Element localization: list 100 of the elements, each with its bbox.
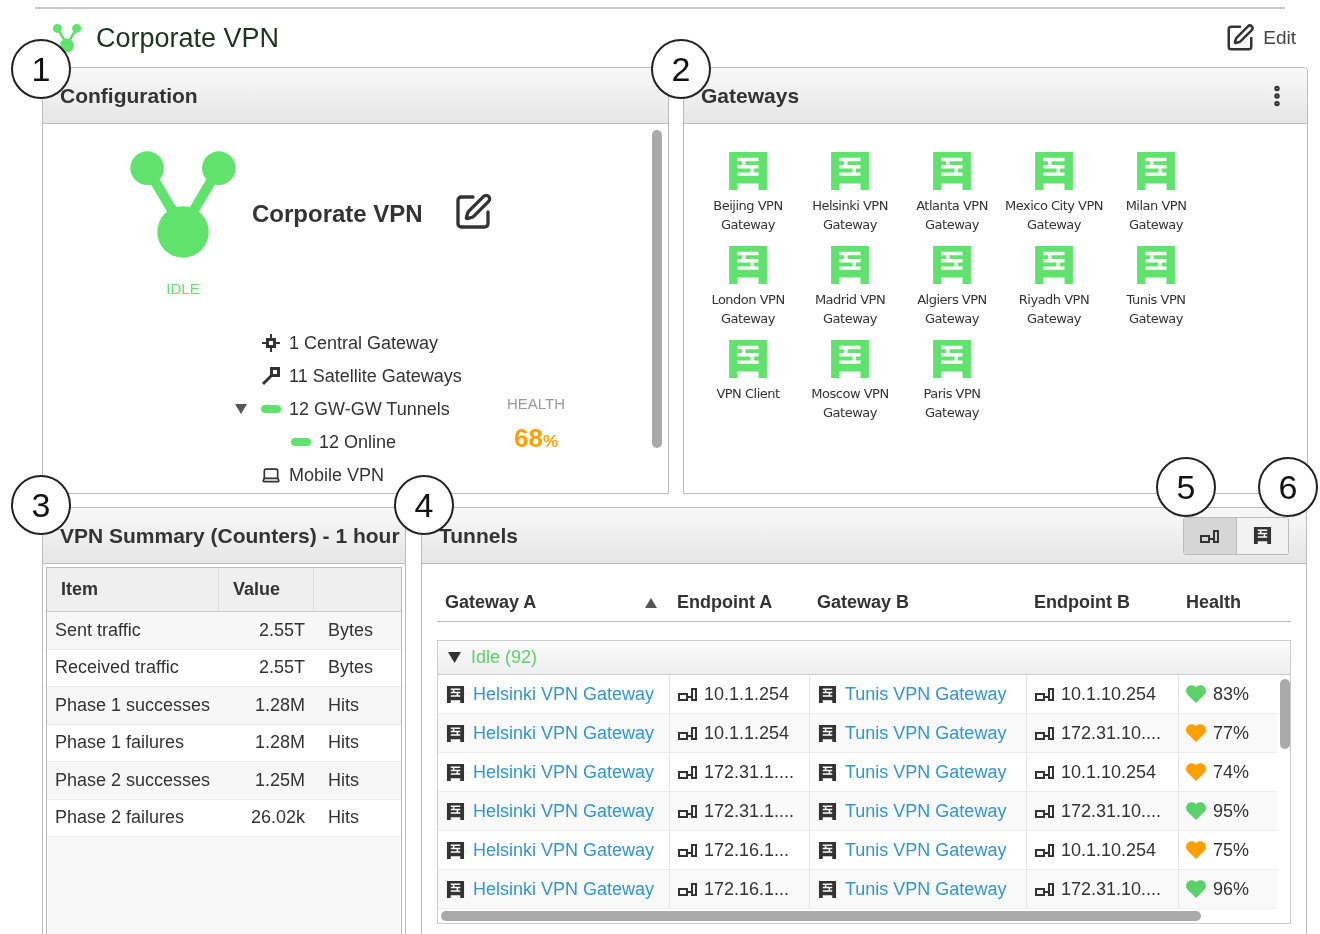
table-cell-text: 10.1.10.254 [1061,682,1157,706]
vpn-name: Corporate VPN [252,199,423,229]
crosshair-chip-icon [261,333,281,353]
table-cell-text: Hits [327,731,359,755]
gateway-item[interactable]: Mexico City VPN Gateway [1003,150,1105,234]
callout-number: 5 [1156,457,1216,517]
gateway-item[interactable]: Helsinki VPN Gateway [799,150,901,234]
column-header[interactable]: Gateway B [809,589,1026,616]
gateway-item[interactable]: Beijing VPN Gateway [697,150,799,234]
stat-label: Mobile VPN [289,463,385,487]
scrollbar[interactable] [652,130,662,448]
table-cell-text: Received traffic [54,656,180,680]
table-cell-text: 10.1.10.254 [1061,760,1157,784]
health-label: HEALTH [507,393,566,414]
gateway-item[interactable]: VPN Client [697,338,799,422]
table-cell-text: Hits [327,768,359,792]
table-cell-text: 1.28M [253,731,305,755]
endpoint-icon [678,686,698,702]
gateway-icon [829,244,871,286]
column-header[interactable]: Endpoint B [1026,589,1178,616]
gateway-icon [818,840,837,860]
stat-label: 1 Central Gateway [289,331,439,355]
gateway-item[interactable]: Tunis VPN Gateway [1105,244,1207,328]
view-toggle-button[interactable] [1184,517,1236,554]
group-label: Idle (92) [471,646,538,669]
table-cell-text: 83% [1213,682,1250,706]
table-cell-text: 10.1.10.254 [1061,838,1157,862]
stat-label: 12 GW-GW Tunnels [289,397,450,421]
table-cell-text: 95% [1213,799,1250,823]
table-cell-text: 172.31.10.... [1061,721,1162,745]
expand-toggle-icon[interactable] [235,404,247,414]
table-cell-text: 172.31.10.... [1061,877,1162,901]
endpoint-icon [678,842,698,858]
table-cell-text: Hits [327,806,359,830]
column-header[interactable]: Health [1178,589,1276,616]
gateway-icon [818,762,837,782]
gateway-icon [931,338,973,380]
column-header[interactable]: Value [219,568,314,611]
gateway-item[interactable]: Milan VPN Gateway [1105,150,1207,234]
view-toggle-button[interactable] [1236,517,1288,554]
column-header[interactable]: Item [47,568,219,611]
vpn-logo-icon [127,148,239,260]
health-value: 68% [514,422,559,455]
gateway-icon [829,150,871,192]
stat-label: 11 Satellite Gateways [289,364,462,388]
tunnel-status-pill [291,438,311,446]
table-cell-text: 26.02k [249,806,305,830]
gateway-item[interactable]: Madrid VPN Gateway [799,244,901,328]
table-cell-text: 1.28M [253,693,305,717]
page-title: Corporate VPN [96,21,280,55]
table-cell-text: 77% [1213,721,1250,745]
gateway-icon [818,879,837,899]
table-cell-text: 1.25M [253,768,305,792]
vpn-logo-icon [52,23,82,53]
gateway-icon [1253,526,1272,545]
table-cell-text: 172.31.1.... [704,760,795,784]
table-cell-text: 172.16.1... [704,877,790,901]
gateway-icon [727,338,769,380]
edit-button[interactable]: Edit [1225,23,1296,53]
gateway-icon [446,879,465,899]
sort-ascending-icon [645,597,657,608]
gateway-item[interactable]: Atlanta VPN Gateway [901,150,1003,234]
table-cell-text: 96% [1213,877,1250,901]
status-label: IDLE [166,279,200,299]
panel-title: Configuration [60,82,198,109]
gateway-item[interactable]: London VPN Gateway [697,244,799,328]
horizontal-scrollbar[interactable] [441,911,1201,921]
gateway-icon [446,684,465,704]
table-cell-text: Phase 1 failures [54,731,186,755]
edit-icon [1225,23,1256,53]
gateway-icon [931,244,973,286]
key-icon [261,366,281,386]
column-header[interactable]: Endpoint A [669,589,809,616]
stat-label: 12 Online [319,430,397,454]
scrollbar[interactable] [1280,679,1290,749]
table-cell-text: Bytes [327,618,374,642]
laptop-icon [261,465,281,485]
table-cell-text: 172.31.10.... [1061,799,1162,823]
gateway-item[interactable]: Riyadh VPN Gateway [1003,244,1105,328]
gateway-item[interactable]: Paris VPN Gateway [901,338,1003,422]
gateway-icon [818,723,837,743]
endpoint-icon [1035,764,1055,780]
table-cell-text: Phase 2 successes [54,768,212,792]
gateway-item[interactable]: Moscow VPN Gateway [799,338,901,422]
gateway-icon [446,840,465,860]
gateway-icon [1135,244,1177,286]
table-cell-text: Hits [327,693,359,717]
table-cell-text: 2.55T [257,618,305,642]
endpoint-icon [678,725,698,741]
expand-toggle-icon[interactable] [448,652,461,663]
gateway-item[interactable]: Algiers VPN Gateway [901,244,1003,328]
endpoint-icon [1200,527,1220,544]
endpoint-icon [1035,842,1055,858]
table-cell-text: 172.31.1.... [704,799,795,823]
gateway-icon [446,723,465,743]
gateway-icon [818,684,837,704]
column-header[interactable]: Gateway A [437,589,669,616]
table-cell-text: 10.1.1.254 [704,721,790,745]
gateway-icon [1033,244,1075,286]
gateway-icon [931,150,973,192]
